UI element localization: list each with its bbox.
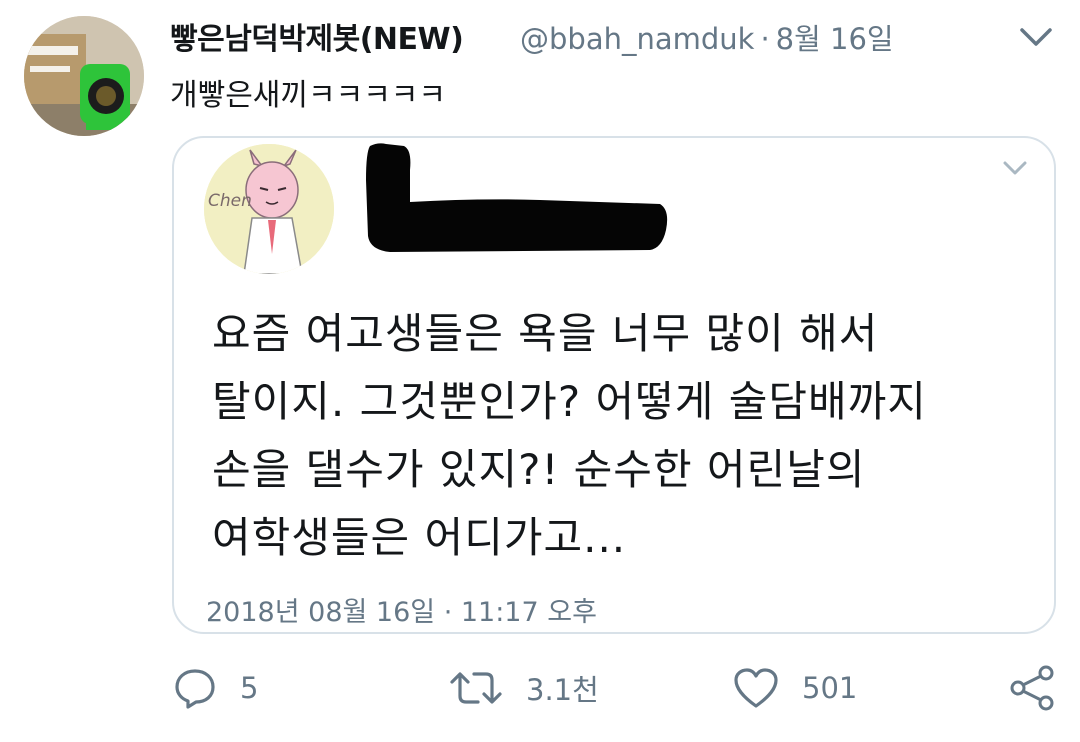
reply-button[interactable]: 5 [172,660,258,716]
quoted-timestamp: 2018년 08월 16일 · 11:17 오후 [206,597,597,628]
redacted-name-block [366,143,668,252]
quoted-line: 손을 댈수가 있지?! 순수한 어린날의 [212,445,866,494]
quoted-line: 탈이지. 그것뿐인가? 어떻게 술담배까지 [212,377,927,426]
author-avatar-image [24,16,144,136]
quoted-tweet-card[interactable]: Chen 요즘 여고생들은 욕을 너무 많이 해서 탈이지. 그것뿐인가? 어떻… [172,136,1056,634]
tweet-meta: @bbah_namduk · 8월 16일 [520,16,894,58]
retweet-icon [450,672,502,704]
quoted-avatar[interactable]: Chen [204,144,334,274]
author-handle[interactable]: @bbah_namduk [520,22,754,56]
tweet-action-bar: 5 3.1천 501 [0,660,1080,720]
like-button[interactable]: 501 [732,660,857,716]
quoted-line: 여학생들은 어디가고... [212,513,627,562]
author-avatar[interactable] [24,16,144,136]
author-display-name[interactable]: 빻은남덕박제봇(NEW) [170,14,464,58]
retweet-button[interactable]: 3.1천 [448,660,599,716]
reply-count: 5 [240,671,259,705]
quoted-chevron-down-icon[interactable] [1000,158,1030,178]
meta-separator: · [760,22,770,56]
quoted-line: 요즘 여고생들은 욕을 너무 많이 해서 [212,309,879,358]
reply-icon [175,669,215,709]
retweet-count: 3.1천 [526,673,599,707]
like-count: 501 [802,671,858,705]
quoted-avatar-image: Chen [204,144,334,274]
quoted-tweet-text: 요즘 여고생들은 욕을 너무 많이 해서 탈이지. 그것뿐인가? 어떻게 술담배… [212,300,1032,572]
tweet-date[interactable]: 8월 16일 [776,22,894,56]
share-button[interactable] [1008,660,1056,716]
tweet-text: 개빻은새끼ㅋㅋㅋㅋㅋ [170,78,446,113]
quoted-avatar-text: Chen [208,191,252,211]
share-icon [1010,665,1054,711]
chevron-down-icon[interactable] [1016,22,1056,50]
like-icon [734,668,778,708]
